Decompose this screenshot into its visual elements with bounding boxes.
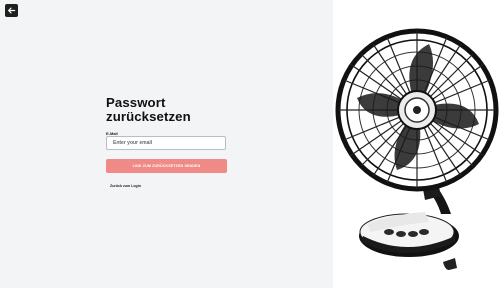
email-field[interactable]	[106, 136, 226, 150]
hero-panel	[333, 0, 500, 288]
send-reset-link-button[interactable]: LINK ZUM ZURÜCKSETZEN SENDEN	[106, 159, 227, 173]
page-title: Passwort zurücksetzen	[106, 96, 228, 124]
title-line-1: Passwort	[106, 95, 166, 110]
title-line-2: zurücksetzen	[106, 109, 191, 124]
back-button[interactable]	[5, 4, 18, 17]
arrow-left-icon	[8, 7, 16, 14]
desk-fan-illustration	[335, 28, 499, 270]
reset-password-form: Passwort zurücksetzen E-Mail LINK ZUM ZU…	[106, 96, 228, 188]
form-panel: Passwort zurücksetzen E-Mail LINK ZUM ZU…	[0, 0, 333, 288]
back-to-login-link[interactable]: Zurück zum Login	[110, 184, 141, 188]
